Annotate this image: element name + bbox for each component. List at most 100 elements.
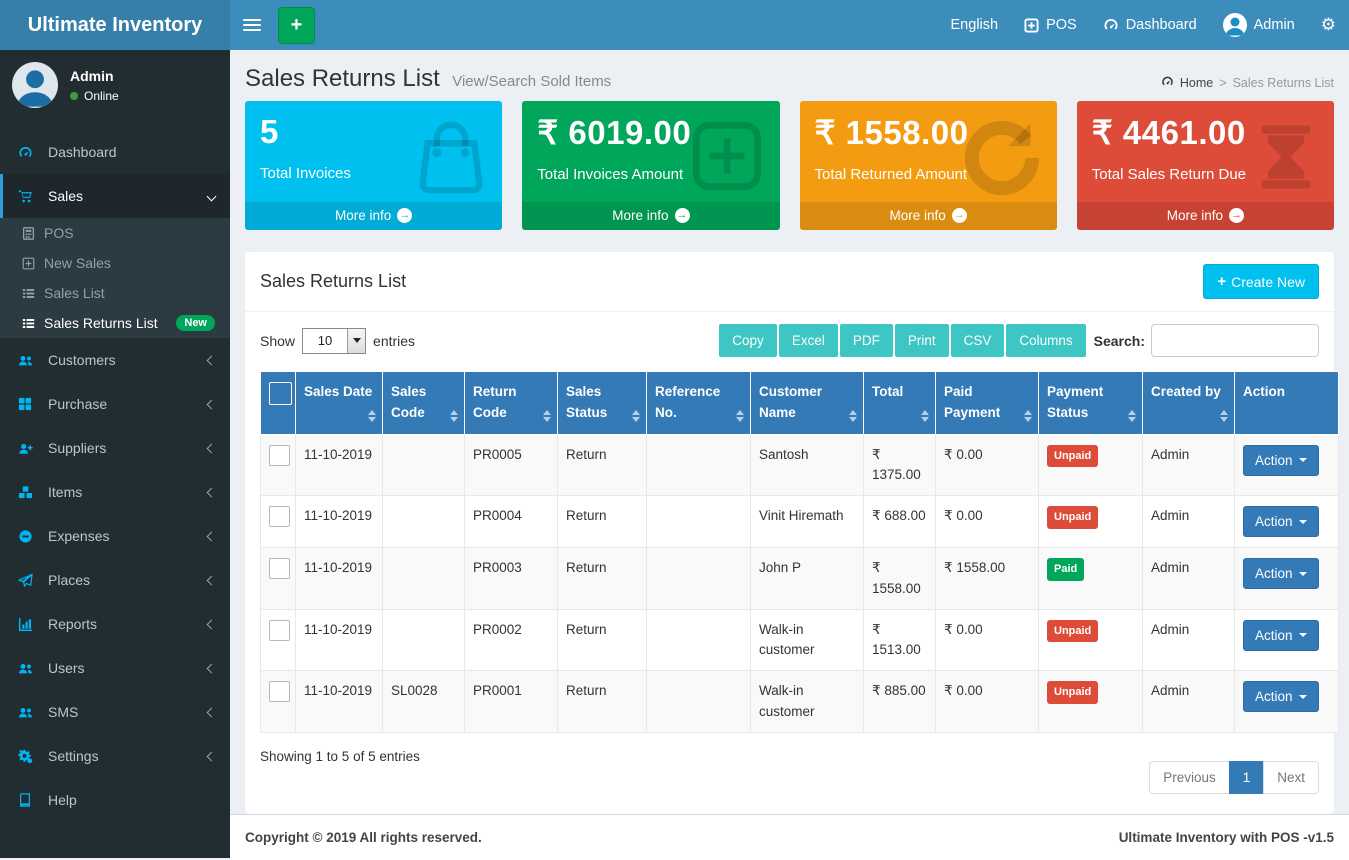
pagination: Previous 1 Next	[1150, 761, 1319, 794]
search-input[interactable]	[1151, 324, 1319, 357]
caret-down-icon	[1299, 633, 1307, 637]
row-checkbox[interactable]	[269, 620, 290, 641]
more-info-link[interactable]: More info →	[800, 202, 1057, 230]
sidebar-item-sales-returns-list[interactable]: Sales Returns List New	[0, 308, 230, 338]
excel-button[interactable]: Excel	[779, 324, 838, 357]
action-button[interactable]: Action	[1243, 558, 1319, 589]
sidebar-item-pos[interactable]: POS	[0, 218, 230, 248]
pagination-previous[interactable]: Previous	[1149, 761, 1230, 794]
nav-pos-link[interactable]: POS	[1011, 0, 1090, 50]
stat-card-total-returned-amount: ₹ 1558.00 Total Returned Amount More inf…	[800, 101, 1057, 230]
export-button-group: Copy Excel PDF Print CSV Columns	[717, 324, 1085, 357]
col-customer-name[interactable]: Customer Name	[751, 372, 864, 435]
sidebar-toggle-icon[interactable]	[230, 0, 274, 50]
row-checkbox[interactable]	[269, 445, 290, 466]
sidebar-item-places[interactable]: Places	[0, 558, 230, 602]
quick-add-button[interactable]: +	[278, 7, 315, 44]
main-content: Sales Returns List View/Search Sold Item…	[230, 50, 1349, 858]
status-badge: Unpaid	[1047, 506, 1098, 529]
sidebar-item-customers[interactable]: Customers	[0, 338, 230, 382]
sort-icon	[1220, 410, 1228, 422]
col-sales-code[interactable]: Sales Code	[383, 372, 465, 435]
stat-card-total-invoices: 5 Total Invoices More info →	[245, 101, 502, 230]
row-checkbox[interactable]	[269, 506, 290, 527]
action-button[interactable]: Action	[1243, 445, 1319, 476]
sidebar-item-expenses[interactable]: Expenses	[0, 514, 230, 558]
table-row: 11-10-2019 PR0004 Return Vinit Hiremath …	[261, 496, 1339, 548]
pdf-button[interactable]: PDF	[840, 324, 893, 357]
create-new-button[interactable]: + Create New	[1203, 264, 1319, 299]
csv-button[interactable]: CSV	[951, 324, 1005, 357]
brand-logo[interactable]: Ultimate Inventory	[0, 0, 230, 50]
avatar	[1223, 13, 1247, 37]
footer-copyright: Copyright © 2019 All rights reserved.	[245, 830, 482, 845]
chevron-left-icon	[207, 487, 217, 497]
chevron-left-icon	[207, 355, 217, 365]
action-button[interactable]: Action	[1243, 681, 1319, 712]
breadcrumb: Home > Sales Returns List	[1161, 75, 1334, 91]
sidebar-item-sales[interactable]: Sales	[0, 174, 230, 218]
select-all-header[interactable]	[261, 372, 296, 435]
copy-button[interactable]: Copy	[719, 324, 777, 357]
user-menu[interactable]: Admin	[1210, 0, 1308, 50]
undo-icon	[959, 115, 1045, 206]
plus-icon: +	[291, 14, 303, 37]
col-sales-date[interactable]: Sales Date	[296, 372, 383, 435]
sort-icon	[368, 410, 376, 422]
row-checkbox[interactable]	[269, 681, 290, 702]
more-info-link[interactable]: More info →	[1077, 202, 1334, 230]
more-info-link[interactable]: More info →	[522, 202, 779, 230]
sidebar-item-suppliers[interactable]: Suppliers	[0, 426, 230, 470]
sidebar-item-sales-list[interactable]: Sales List	[0, 278, 230, 308]
col-payment-status[interactable]: Payment Status	[1039, 372, 1143, 435]
col-reference-no[interactable]: Reference No.	[647, 372, 751, 435]
columns-button[interactable]: Columns	[1006, 324, 1085, 357]
sidebar-item-reports[interactable]: Reports	[0, 602, 230, 646]
entries-label: entries	[373, 333, 415, 349]
sidebar-user-name: Admin	[70, 68, 119, 84]
chevron-left-icon	[207, 443, 217, 453]
language-menu[interactable]: English	[938, 0, 1012, 50]
col-total[interactable]: Total	[864, 372, 936, 435]
sidebar: Admin Online Dashboard Sales	[0, 50, 230, 858]
chevron-left-icon	[207, 575, 217, 585]
more-info-link[interactable]: More info →	[245, 202, 502, 230]
sidebar-item-dashboard[interactable]: Dashboard	[0, 130, 230, 174]
sidebar-item-help[interactable]: Help	[0, 778, 230, 822]
action-button[interactable]: Action	[1243, 620, 1319, 651]
col-paid-payment[interactable]: Paid Payment	[936, 372, 1039, 435]
pagination-next[interactable]: Next	[1263, 761, 1319, 794]
sort-icon	[1024, 410, 1032, 422]
new-badge: New	[176, 315, 215, 331]
sidebar-item-sms[interactable]: SMS	[0, 690, 230, 734]
minus-circle-icon	[18, 529, 42, 544]
row-checkbox[interactable]	[269, 558, 290, 579]
entries-select[interactable]: 10	[302, 328, 366, 354]
col-created-by[interactable]: Created by	[1143, 372, 1235, 435]
sort-icon	[1128, 410, 1136, 422]
table-row: 11-10-2019 PR0003 Return John P ₹ 1558.0…	[261, 548, 1339, 610]
pagination-page-1[interactable]: 1	[1229, 761, 1265, 794]
stat-card-total-invoices-amount: ₹ 6019.00 Total Invoices Amount More inf…	[522, 101, 779, 230]
col-sales-status[interactable]: Sales Status	[558, 372, 647, 435]
sidebar-item-new-sales[interactable]: New Sales	[0, 248, 230, 278]
show-label: Show	[260, 333, 295, 349]
bar-chart-icon	[18, 617, 42, 632]
breadcrumb-home[interactable]: Home	[1180, 76, 1213, 90]
sidebar-item-purchase[interactable]: Purchase	[0, 382, 230, 426]
sidebar-item-settings[interactable]: Settings	[0, 734, 230, 778]
select-all-checkbox[interactable]	[269, 382, 292, 405]
action-button[interactable]: Action	[1243, 506, 1319, 537]
top-navbar: Ultimate Inventory + English POS Dashboa…	[0, 0, 1349, 50]
shopping-bag-icon	[412, 115, 490, 202]
sidebar-item-items[interactable]: Items	[0, 470, 230, 514]
sales-returns-panel: Sales Returns List + Create New Show 10 …	[245, 252, 1334, 814]
nav-dashboard-link[interactable]: Dashboard	[1090, 0, 1210, 50]
settings-gear-icon[interactable]: ⚙	[1308, 0, 1349, 50]
sidebar-item-users[interactable]: Users	[0, 646, 230, 690]
select-arrow-icon	[347, 329, 365, 353]
status-badge: Unpaid	[1047, 620, 1098, 643]
print-button[interactable]: Print	[895, 324, 949, 357]
col-return-code[interactable]: Return Code	[465, 372, 558, 435]
table-info: Showing 1 to 5 of 5 entries	[260, 749, 420, 764]
